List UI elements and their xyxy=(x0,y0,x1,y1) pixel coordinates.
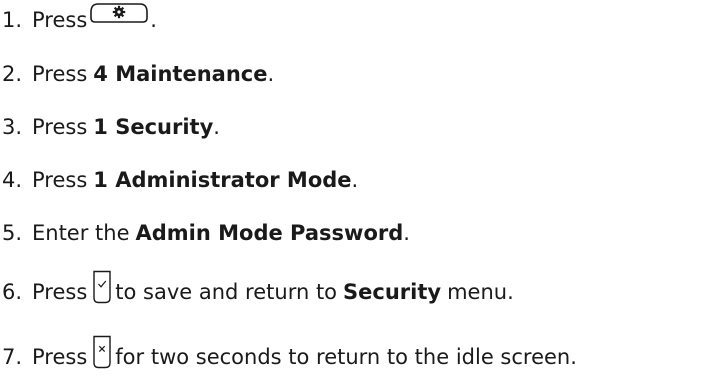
step-punctuation: . xyxy=(351,168,359,192)
step-text: to save and return to xyxy=(115,280,338,304)
step-7: 7. Press for two seconds to return to th… xyxy=(0,335,577,377)
step-punctuation: . xyxy=(403,221,410,245)
step-4: 4. Press 1 Administrator Mode . xyxy=(0,160,358,200)
instruction-steps: 1. Press . 2. Press 4 Maintenance . 3. P… xyxy=(0,0,720,379)
check-key-icon xyxy=(92,270,112,309)
step-number: 3. xyxy=(2,115,23,139)
step-number: 6. xyxy=(2,280,23,304)
step-text: menu. xyxy=(447,280,514,304)
field-label: Admin Mode Password xyxy=(135,221,404,245)
step-number: 7. xyxy=(2,345,23,369)
step-text: Press xyxy=(32,8,88,32)
menu-option-label: 4 Maintenance xyxy=(93,62,268,86)
step-number: 5. xyxy=(2,221,23,245)
step-text: for two seconds to return to the idle sc… xyxy=(115,345,577,369)
step-5: 5. Enter the Admin Mode Password . xyxy=(0,213,410,253)
cancel-key-icon xyxy=(92,335,112,374)
step-text: Press xyxy=(32,115,88,139)
step-6: 6. Press to save and return to Security … xyxy=(0,270,514,312)
step-text: Press xyxy=(32,345,88,369)
step-3: 3. Press 1 Security . xyxy=(0,107,220,147)
step-2: 2. Press 4 Maintenance . xyxy=(0,54,274,94)
step-punctuation: . xyxy=(150,8,157,32)
menu-option-label: 1 Security xyxy=(93,115,214,139)
step-text: Press xyxy=(32,62,88,86)
step-punctuation: . xyxy=(213,115,220,139)
step-number: 4. xyxy=(2,168,23,192)
step-text: Enter the xyxy=(32,221,130,245)
step-number: 2. xyxy=(2,62,23,86)
step-number: 1. xyxy=(2,8,23,32)
step-text: Press xyxy=(32,168,88,192)
menu-option-label: 1 Administrator Mode xyxy=(93,168,352,192)
step-text: Press xyxy=(32,280,88,304)
step-punctuation: . xyxy=(267,62,275,86)
settings-gear-key-icon xyxy=(90,2,149,29)
menu-name-label: Security xyxy=(343,280,442,304)
step-1: 1. Press . xyxy=(0,0,157,40)
